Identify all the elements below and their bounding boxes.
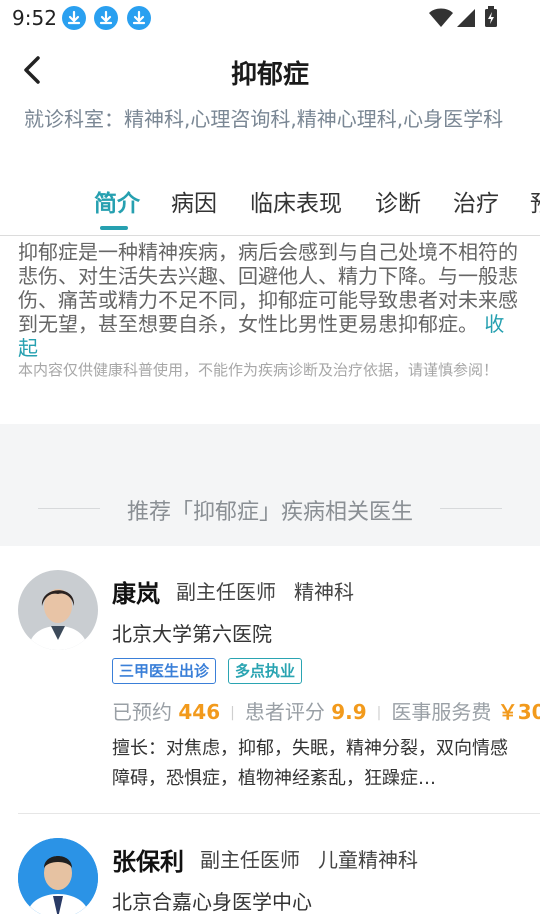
doctor-name: 张保利: [112, 848, 184, 876]
doctor-hospital: 北京大学第六医院: [112, 622, 272, 646]
rating-label: 患者评分: [244, 700, 325, 724]
status-time: 9:52: [12, 6, 57, 30]
recommend-header: 推荐「抑郁症」疾病相关医生: [0, 424, 540, 546]
active-tab-indicator: [100, 226, 128, 230]
badge-tier3-doctor: 三甲医生出诊: [112, 658, 217, 684]
tab-diagnosis[interactable]: 诊断: [375, 184, 421, 218]
department-label: 就诊科室：: [24, 107, 124, 131]
tab-intro[interactable]: 简介: [94, 184, 140, 218]
tab-symptoms[interactable]: 临床表现: [250, 184, 342, 218]
nav-bar: 抑郁症: [0, 40, 540, 100]
download-notification-icon: [62, 6, 86, 30]
department-value: 精神科,心理咨询科,精神心理科,心身医学科: [124, 107, 504, 131]
fee-label: 医事服务费: [391, 700, 492, 724]
download-notification-icon: [127, 6, 151, 30]
wifi-icon: [429, 8, 453, 27]
separator: |: [376, 705, 382, 721]
signal-icon: [457, 9, 475, 27]
status-bar: 9:52: [0, 0, 540, 36]
booked-count: 446: [178, 700, 221, 724]
doctor-card[interactable]: 张保利 副主任医师 儿童精神科 北京合嘉心身医学中心: [0, 814, 540, 914]
doctor-specialty: 擅长：对焦虑，抑郁，失眠，精神分裂，双向情感障碍，恐惧症，植物神经紊乱，狂躁症…: [112, 738, 508, 789]
booked-label: 已预约: [112, 700, 172, 724]
rating-value: 9.9: [331, 700, 367, 724]
tab-treatment[interactable]: 治疗: [453, 184, 499, 218]
section-tabs: 简介 病因 临床表现 诊断 治疗 预: [0, 180, 540, 236]
recommend-title: 推荐「抑郁症」疾病相关医生: [126, 500, 413, 525]
tab-cause[interactable]: 病因: [171, 184, 217, 218]
avatar: [18, 838, 98, 914]
description-text: 抑郁症是一种精神疾病，病后会感到与自己处境不相符的悲伤、对生活失去兴趣、回避他人…: [18, 240, 518, 336]
divider: [440, 508, 502, 509]
department-info: 就诊科室：精神科,心理咨询科,精神心理科,心身医学科: [24, 104, 524, 134]
disease-description: 抑郁症是一种精神疾病，病后会感到与自己处境不相符的悲伤、对生活失去兴趣、回避他人…: [18, 240, 524, 360]
page-title: 抑郁症: [230, 60, 309, 90]
separator: |: [230, 705, 235, 721]
doctor-hospital: 北京合嘉心身医学中心: [112, 890, 312, 914]
disclaimer: 本内容仅供健康科普使用，不能作为疾病诊断及治疗依据，请谨慎参阅！: [18, 361, 499, 379]
doctor-title: 副主任医师: [200, 848, 300, 872]
doctor-department: 儿童精神科: [318, 848, 418, 872]
doctor-card[interactable]: 康岚 副主任医师 精神科 北京大学第六医院 三甲医生出诊 多点执业 已预约 44…: [0, 546, 540, 814]
doctor-stats: 已预约 446 | 患者评分 9.9 | 医事服务费 ￥300: [112, 696, 540, 725]
download-notification-icon: [94, 6, 118, 30]
avatar: [18, 570, 98, 650]
battery-icon: [485, 6, 497, 27]
doctor-title: 副主任医师: [176, 580, 276, 604]
doctor-department: 精神科: [294, 580, 354, 604]
doctor-name: 康岚: [112, 580, 160, 608]
badge-multi-site: 多点执业: [228, 658, 303, 684]
fee-value: ￥300: [497, 700, 540, 724]
tab-prevention[interactable]: 预: [530, 184, 540, 218]
